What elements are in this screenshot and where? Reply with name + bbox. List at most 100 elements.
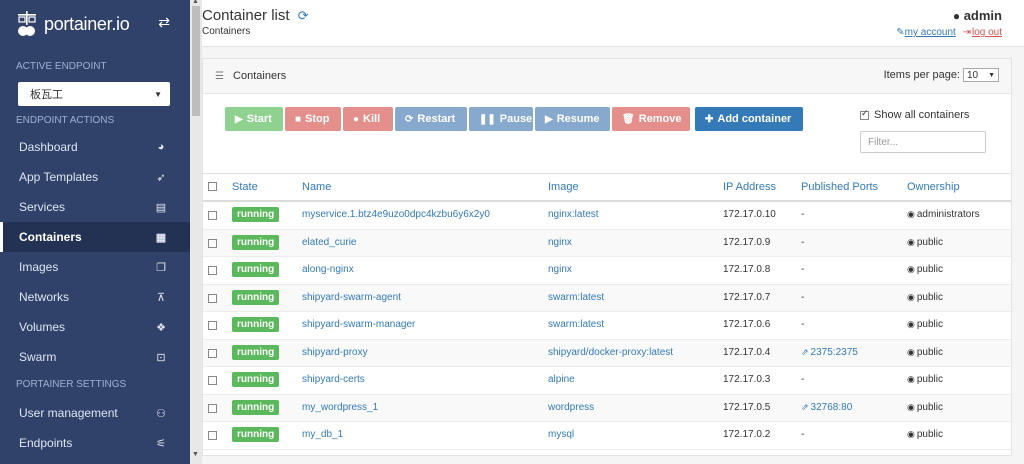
remove-button-label: Remove: [638, 113, 682, 125]
ownership: public: [916, 236, 943, 248]
column-header-name[interactable]: Name: [302, 181, 331, 193]
image-link[interactable]: wordpress: [548, 402, 594, 413]
ownership: public: [916, 346, 943, 358]
row-checkbox[interactable]: [208, 211, 217, 220]
logo[interactable]: portainer.io ⇄: [0, 0, 190, 48]
show-all-checkbox[interactable]: [860, 108, 869, 120]
ownership: public: [916, 264, 943, 275]
ip-address: 172.17.0.10: [723, 209, 776, 220]
scrollbar-thumb[interactable]: [192, 6, 200, 116]
table-row: running shipyard-swarm-agent swarm:lates…: [203, 284, 1011, 312]
start-button[interactable]: ▶ Start: [225, 107, 283, 131]
sidebar-item-services[interactable]: Services ▤: [0, 192, 190, 222]
sidebar-toggle-icon[interactable]: ⇄: [158, 14, 170, 31]
scroll-up-arrow-icon[interactable]: ▲: [192, 0, 199, 5]
panel-header: ☰ Containers Items per page: 10 ▼: [203, 59, 1011, 94]
sidebar-item-user-management[interactable]: User management ⚇: [0, 398, 190, 428]
filter-input[interactable]: Filter...: [860, 131, 986, 153]
select-all-checkbox[interactable]: [208, 182, 217, 191]
scroll-down-arrow-icon[interactable]: ▼: [192, 451, 199, 458]
image-link[interactable]: swarm:latest: [548, 319, 604, 330]
sidebar-item-volumes[interactable]: Volumes ❖: [0, 312, 190, 342]
page-title-text: Container list: [202, 7, 290, 24]
stop-icon: ■: [295, 113, 302, 125]
container-name-link[interactable]: shipyard-swarm-manager: [302, 319, 415, 330]
row-checkbox[interactable]: [208, 431, 217, 440]
container-name-link[interactable]: elated_curie: [302, 237, 356, 248]
active-endpoint-heading: ACTIVE ENDPOINT: [16, 61, 107, 72]
sidebar-item-networks[interactable]: Networks ⊼: [0, 282, 190, 312]
endpoint-select[interactable]: 板瓦工 ▼: [18, 82, 170, 106]
column-header-published-ports[interactable]: Published Ports: [801, 181, 878, 193]
status-badge: running: [232, 399, 280, 415]
status-badge: running: [232, 427, 280, 442]
resume-button[interactable]: ▶ Resume: [535, 107, 610, 131]
container-name-link[interactable]: myservice.1.btz4e9uzo0dpc4kzbu6y6x2y0: [302, 209, 490, 220]
column-header-image[interactable]: Image: [548, 181, 579, 193]
table-row: running shipyard-swarm-manager swarm:lat…: [203, 312, 1011, 340]
eye-icon: ◉: [907, 264, 915, 274]
sidebar-item-endpoints[interactable]: Endpoints ⚟: [0, 428, 190, 458]
refresh-icon[interactable]: ⟳: [298, 8, 309, 23]
my-account-link[interactable]: my account: [905, 27, 956, 38]
items-per-page-value: 10: [967, 69, 979, 81]
ip-address: 172.17.0.5: [723, 401, 771, 413]
panel-title: Containers: [233, 70, 287, 82]
column-header-ip-address[interactable]: IP Address: [723, 181, 776, 193]
eye-icon: ◉: [907, 319, 915, 329]
items-per-page-select[interactable]: 10 ▼: [963, 68, 999, 82]
row-checkbox[interactable]: [208, 376, 217, 385]
sidebar-item-images[interactable]: Images ❐: [0, 252, 190, 282]
row-checkbox[interactable]: [208, 266, 217, 275]
published-ports: -: [801, 319, 805, 330]
sidebar-item-app-templates[interactable]: App Templates ➶: [0, 162, 190, 192]
stop-button[interactable]: ■ Stop: [285, 107, 341, 131]
add-container-button[interactable]: ✚ Add container: [695, 107, 803, 131]
image-link[interactable]: mysql: [548, 429, 574, 440]
ownership: public: [916, 374, 943, 385]
table-row: running my_wordpress_1 wordpress 172.17.…: [203, 394, 1011, 422]
image-link[interactable]: nginx: [548, 264, 572, 275]
sidebar-scrollbar[interactable]: ▲ ▼: [190, 0, 202, 464]
image-link[interactable]: shipyard/docker-proxy:latest: [548, 347, 673, 358]
pause-button-label: Pause: [499, 113, 533, 125]
breadcrumb: Containers: [202, 26, 251, 37]
portainer-logo-icon: [16, 11, 38, 37]
published-ports-link[interactable]: 32768:80: [811, 402, 853, 413]
published-ports-link[interactable]: 2375:2375: [811, 347, 858, 358]
clone-icon: ❐: [156, 261, 166, 274]
sidebar-item-containers[interactable]: Containers ▦: [0, 222, 190, 252]
sidebar: portainer.io ⇄ ACTIVE ENDPOINT 板瓦工 ▼ END…: [0, 0, 190, 464]
sidebar-item-dashboard[interactable]: Dashboard ◕: [0, 132, 190, 162]
ownership: public: [916, 291, 943, 303]
image-link[interactable]: alpine: [548, 374, 575, 385]
log-out-link[interactable]: log out: [972, 27, 1002, 38]
restart-button[interactable]: ⟳ Restart: [395, 107, 467, 131]
resume-button-label: Resume: [556, 113, 600, 125]
container-name-link[interactable]: my_wordpress_1: [302, 402, 378, 413]
container-name-link[interactable]: shipyard-swarm-agent: [302, 292, 401, 303]
container-name-link[interactable]: shipyard-proxy: [302, 347, 368, 358]
column-header-ownership[interactable]: Ownership: [907, 181, 960, 193]
kill-button[interactable]: ● Kill: [343, 107, 393, 131]
start-button-label: Start: [246, 113, 272, 125]
caret-down-icon: ▼: [988, 71, 995, 79]
items-per-page-label: Items per page:: [883, 69, 960, 81]
image-link[interactable]: nginx:latest: [548, 209, 599, 220]
sidebar-item-swarm[interactable]: Swarm ⊡: [0, 342, 190, 372]
add-container-button-label: Add container: [717, 113, 792, 125]
row-checkbox[interactable]: [208, 403, 217, 413]
container-name-link[interactable]: along-nginx: [302, 264, 354, 275]
container-name-link[interactable]: shipyard-certs: [302, 374, 365, 385]
pause-button[interactable]: ❚❚ Pause: [469, 107, 533, 131]
row-checkbox[interactable]: [208, 348, 217, 358]
status-badge: running: [232, 262, 280, 277]
column-header-state[interactable]: State: [232, 181, 258, 193]
row-checkbox[interactable]: [208, 238, 217, 248]
image-link[interactable]: nginx: [548, 237, 572, 248]
image-link[interactable]: swarm:latest: [548, 292, 604, 303]
container-name-link[interactable]: my_db_1: [302, 429, 343, 440]
row-checkbox[interactable]: [208, 293, 217, 303]
remove-button[interactable]: 🗑 Remove: [612, 107, 690, 131]
row-checkbox[interactable]: [208, 321, 217, 330]
